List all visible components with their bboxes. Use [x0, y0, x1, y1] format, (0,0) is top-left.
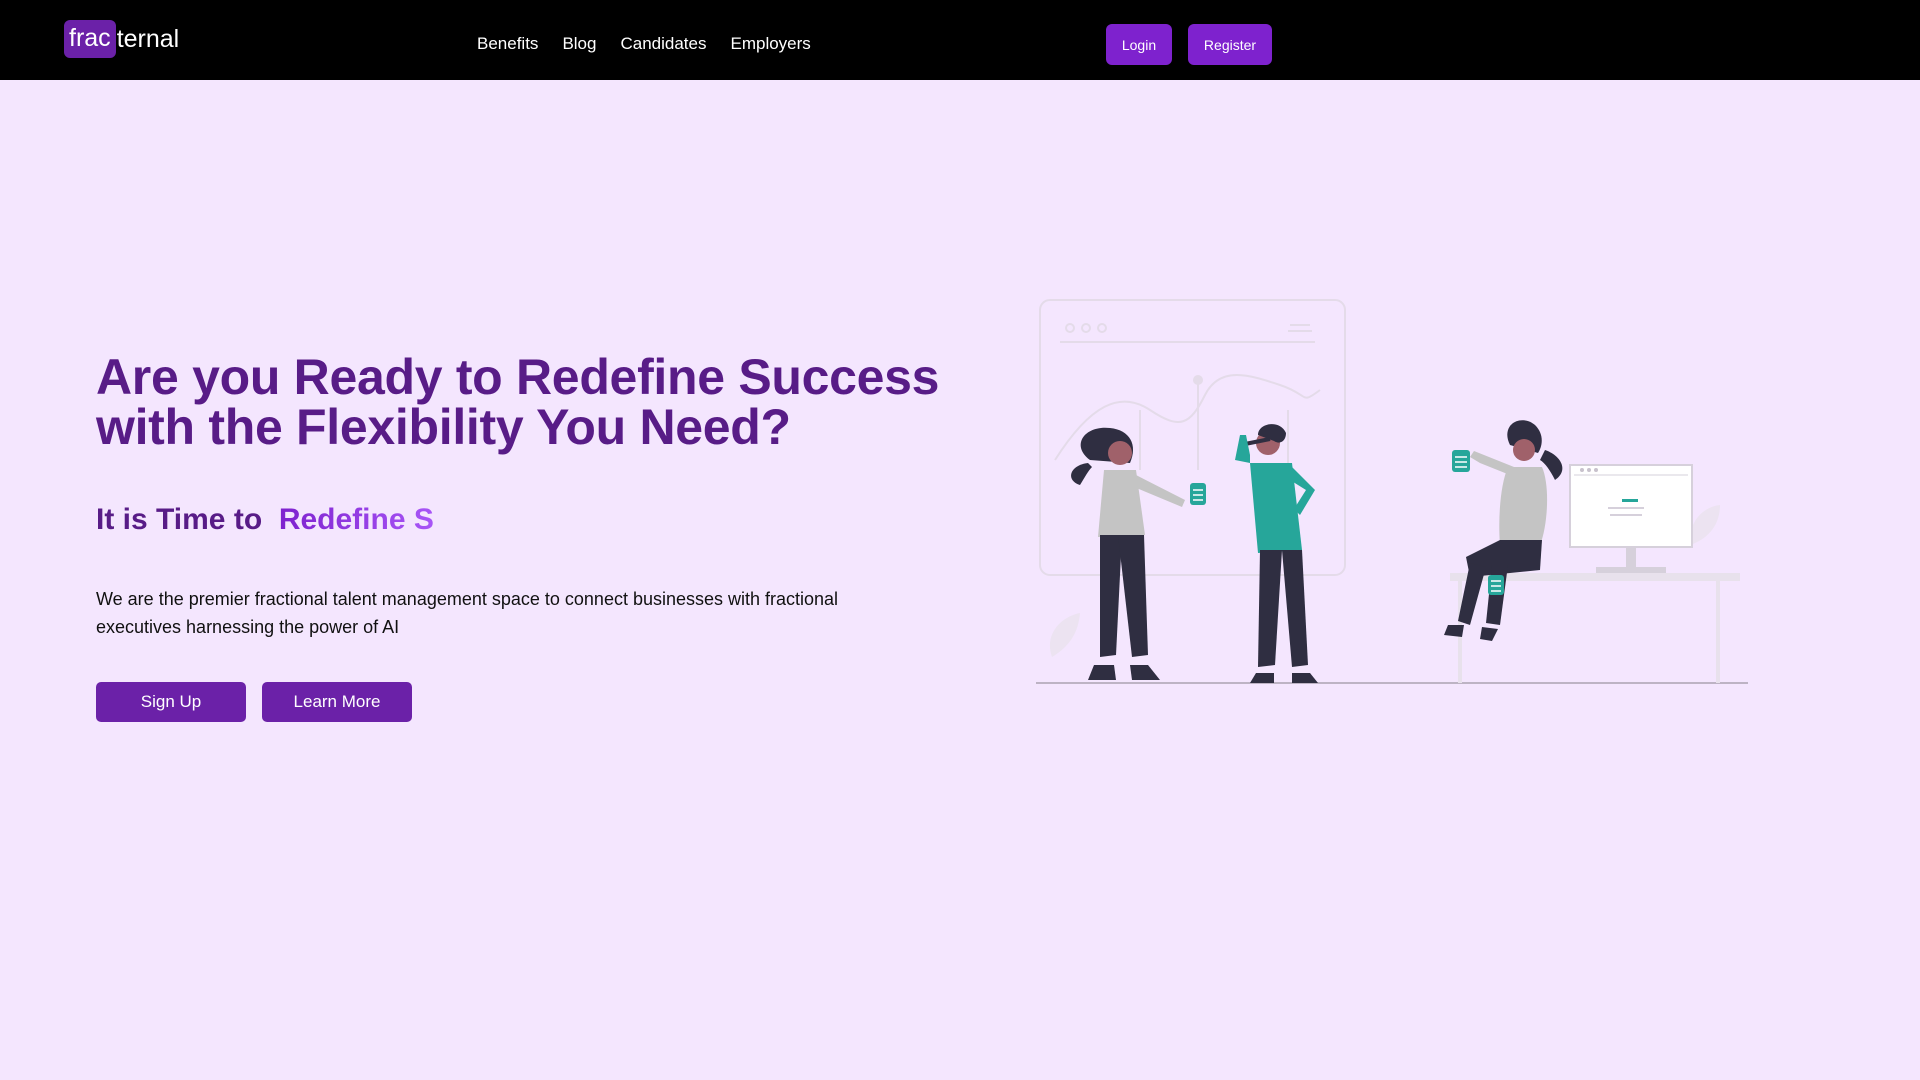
- logo-text: ternal: [116, 25, 180, 53]
- nav-links: Benefits Blog Candidates Employers: [477, 32, 811, 56]
- hero-subtitle-typed: Redefine S: [278, 503, 434, 536]
- plant-left-icon: [1049, 613, 1080, 657]
- person-man-center: [1235, 424, 1318, 683]
- navbar: frac ternal Benefits Blog Candidates Empl…: [0, 0, 1920, 80]
- logo[interactable]: frac ternal: [64, 20, 179, 58]
- login-button[interactable]: Login: [1106, 24, 1172, 65]
- nav-link-benefits[interactable]: Benefits: [477, 32, 538, 56]
- hero-subtitle: It is Time to Redefine S: [96, 500, 434, 540]
- person-woman-sitting: [1444, 420, 1563, 641]
- logo-highlight: frac: [64, 20, 116, 58]
- plant-right-icon: [1689, 505, 1720, 545]
- person-woman-left: [1071, 427, 1206, 680]
- nav-link-candidates[interactable]: Candidates: [620, 32, 706, 56]
- nav-link-blog[interactable]: Blog: [562, 32, 596, 56]
- sign-up-button[interactable]: Sign Up: [96, 682, 246, 722]
- hero-description: We are the premier fractional talent man…: [96, 589, 839, 637]
- learn-more-button[interactable]: Learn More: [262, 682, 412, 722]
- nav-link-employers[interactable]: Employers: [730, 32, 810, 56]
- team-collaboration-illustration: [1036, 299, 1748, 684]
- hero-title: Are you Ready to Redefine Success with t…: [96, 349, 940, 455]
- register-button[interactable]: Register: [1188, 24, 1272, 65]
- hero-subtitle-prefix: It is Time to: [96, 503, 279, 536]
